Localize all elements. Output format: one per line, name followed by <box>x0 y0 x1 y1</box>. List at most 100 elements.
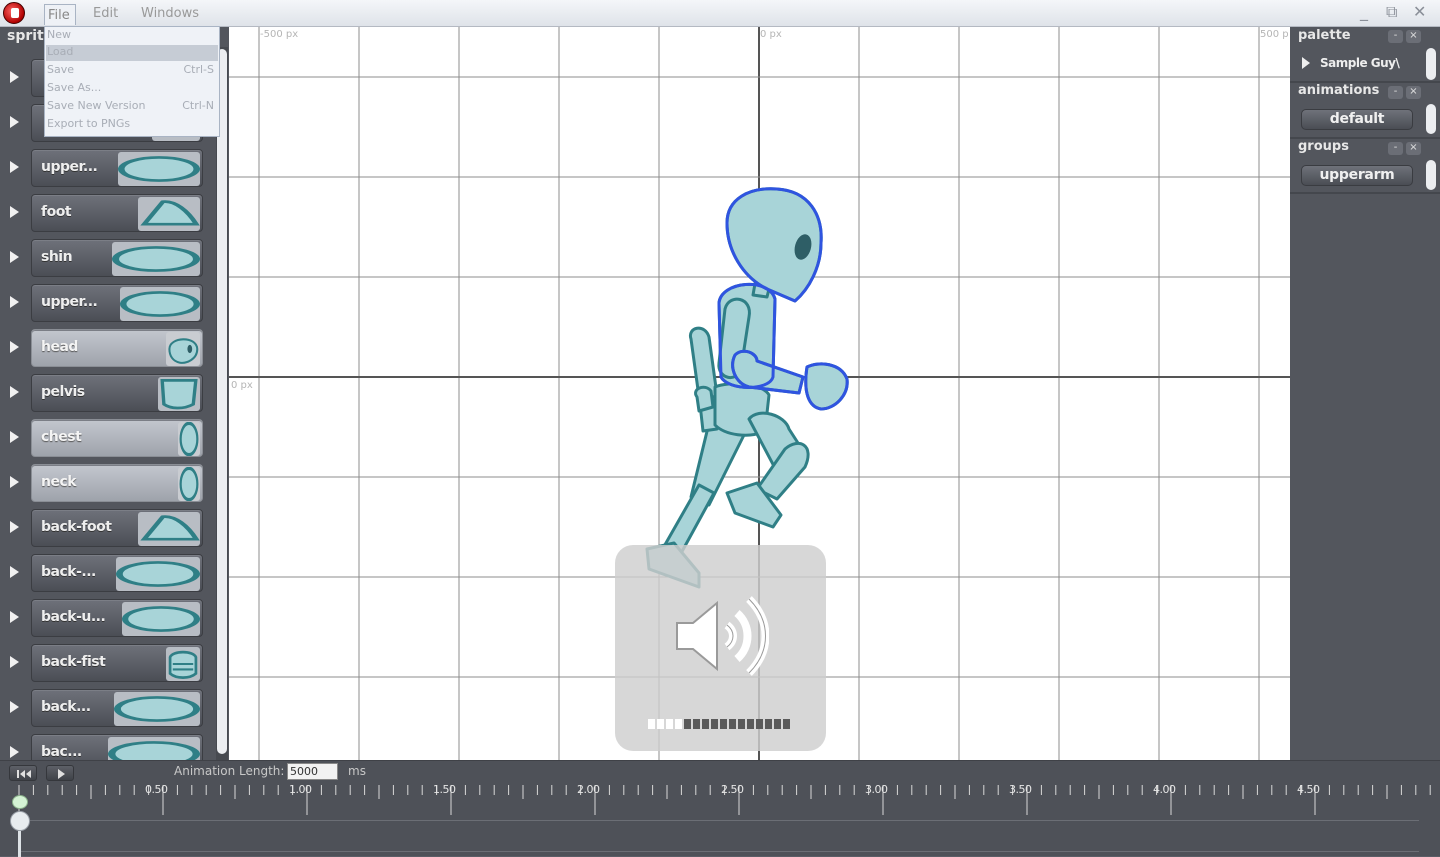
volume-segment <box>684 719 691 729</box>
sprite-label: back... <box>41 699 91 715</box>
sprite-thumbnail <box>112 242 200 276</box>
menu-item-shortcut: Ctrl-S <box>183 63 214 76</box>
expand-arrow-icon[interactable] <box>10 206 19 218</box>
palette-minimize-button[interactable]: - <box>1388 30 1403 43</box>
expand-arrow-icon[interactable] <box>10 386 19 398</box>
keyframe-knob[interactable] <box>10 811 30 831</box>
sprite-card[interactable]: upper... <box>31 284 203 322</box>
sprite-card[interactable]: back... <box>31 689 203 727</box>
close-window-button[interactable]: ✕ <box>1413 2 1426 21</box>
menu-item-save[interactable]: Save Ctrl-S <box>46 63 218 79</box>
volume-segment <box>666 719 673 729</box>
expand-arrow-icon[interactable] <box>10 701 19 713</box>
sprite-card[interactable]: upper... <box>31 149 203 187</box>
groups-close-button[interactable]: × <box>1406 142 1421 155</box>
menu-item-save-new-version[interactable]: Save New Version Ctrl-N <box>46 99 218 115</box>
sprite-row[interactable]: pelvis <box>0 372 212 416</box>
group-item-upperarm[interactable]: upperarm <box>1301 165 1413 186</box>
animations-close-button[interactable]: × <box>1406 86 1421 99</box>
sprite-thumbnail <box>108 737 200 760</box>
sprite-card[interactable]: shin <box>31 239 203 277</box>
sprite-card[interactable]: back-... <box>31 554 203 592</box>
groups-scrollbar[interactable] <box>1426 160 1436 190</box>
rewind-button[interactable] <box>9 765 37 781</box>
sprite-row[interactable]: bac... <box>0 732 212 760</box>
sprite-card[interactable]: chest <box>31 419 203 457</box>
palette-item[interactable]: Sample Guy\ <box>1320 56 1400 70</box>
sprite-row[interactable]: upper... <box>0 147 212 191</box>
minimize-window-button[interactable]: _ <box>1360 2 1368 21</box>
menu-item-export-pngs[interactable]: Export to PNGs <box>46 117 218 133</box>
animations-scrollbar[interactable] <box>1426 104 1436 134</box>
sprite-row[interactable]: shin <box>0 237 212 281</box>
sprite-row[interactable]: back-fist <box>0 642 212 686</box>
sprite-card[interactable]: back-u... <box>31 599 203 637</box>
timeline-tick-label: 2.00 <box>577 783 600 796</box>
timeline-track <box>19 820 1419 821</box>
sprite-card[interactable]: bac... <box>31 734 203 760</box>
sprite-card[interactable]: foot <box>31 194 203 232</box>
expand-arrow-icon[interactable] <box>10 116 19 128</box>
expand-arrow-icon[interactable] <box>10 746 19 758</box>
playhead-line[interactable] <box>18 831 21 857</box>
sprite-row[interactable]: foot <box>0 192 212 236</box>
menu-windows[interactable]: Windows <box>141 6 199 21</box>
sprites-scrollbar-thumb[interactable] <box>217 49 227 754</box>
divider <box>1290 192 1440 194</box>
expand-arrow-icon[interactable] <box>10 161 19 173</box>
menu-item-label: Save New Version <box>47 99 146 112</box>
sprite-label: back-foot <box>41 519 112 535</box>
play-button[interactable] <box>46 765 74 781</box>
sprite-card[interactable]: pelvis <box>31 374 203 412</box>
sprite-row[interactable]: head <box>0 327 212 371</box>
menu-file[interactable]: File <box>44 4 76 25</box>
palette-expand-arrow-icon[interactable] <box>1302 57 1310 69</box>
menu-edit[interactable]: Edit <box>93 6 118 21</box>
timeline-ruler[interactable] <box>0 783 1440 815</box>
expand-arrow-icon[interactable] <box>10 71 19 83</box>
expand-arrow-icon[interactable] <box>10 296 19 308</box>
animation-length-unit: ms <box>348 764 366 778</box>
expand-arrow-icon[interactable] <box>10 611 19 623</box>
menu-item-shortcut: Ctrl-N <box>182 99 214 112</box>
expand-arrow-icon[interactable] <box>10 431 19 443</box>
animation-length-label: Animation Length: <box>174 764 285 778</box>
timeline-tick-label: 3.00 <box>865 783 888 796</box>
sprite-label: upper... <box>41 294 98 310</box>
sprite-card[interactable]: head <box>31 329 203 367</box>
sprite-thumbnail <box>118 152 200 186</box>
sprite-thumbnail <box>120 287 200 321</box>
sprite-row[interactable]: neck <box>0 462 212 506</box>
sprite-thumbnail <box>158 377 200 411</box>
sprite-label: foot <box>41 204 72 220</box>
sprite-row[interactable]: back-u... <box>0 597 212 641</box>
menu-item-load[interactable]: Load <box>46 45 218 61</box>
menu-item-new[interactable]: New <box>46 28 218 44</box>
expand-arrow-icon[interactable] <box>10 656 19 668</box>
expand-arrow-icon[interactable] <box>10 566 19 578</box>
restore-window-button[interactable]: ⧉ <box>1386 2 1397 22</box>
expand-arrow-icon[interactable] <box>10 251 19 263</box>
animation-length-input[interactable] <box>287 763 338 780</box>
sprite-row[interactable]: back... <box>0 687 212 731</box>
expand-arrow-icon[interactable] <box>10 521 19 533</box>
playhead-handle[interactable] <box>12 795 28 809</box>
palette-scrollbar[interactable] <box>1426 48 1436 80</box>
volume-segment <box>756 719 763 729</box>
palette-close-button[interactable]: × <box>1406 30 1421 43</box>
menu-item-save-as[interactable]: Save As... <box>46 81 218 97</box>
expand-arrow-icon[interactable] <box>10 476 19 488</box>
sprite-row[interactable]: back-foot <box>0 507 212 551</box>
sprite-label: bac... <box>41 744 82 760</box>
sprite-row[interactable]: upper... <box>0 282 212 326</box>
sprite-card[interactable]: back-foot <box>31 509 203 547</box>
expand-arrow-icon[interactable] <box>10 341 19 353</box>
animation-item-default[interactable]: default <box>1301 109 1413 130</box>
groups-minimize-button[interactable]: - <box>1388 142 1403 155</box>
animation-canvas[interactable]: -500 px 0 px 500 p 0 px <box>229 27 1290 760</box>
sprite-row[interactable]: chest <box>0 417 212 461</box>
sprite-card[interactable]: back-fist <box>31 644 203 682</box>
animations-minimize-button[interactable]: - <box>1388 86 1403 99</box>
sprite-card[interactable]: neck <box>31 464 203 502</box>
sprite-row[interactable]: back-... <box>0 552 212 596</box>
